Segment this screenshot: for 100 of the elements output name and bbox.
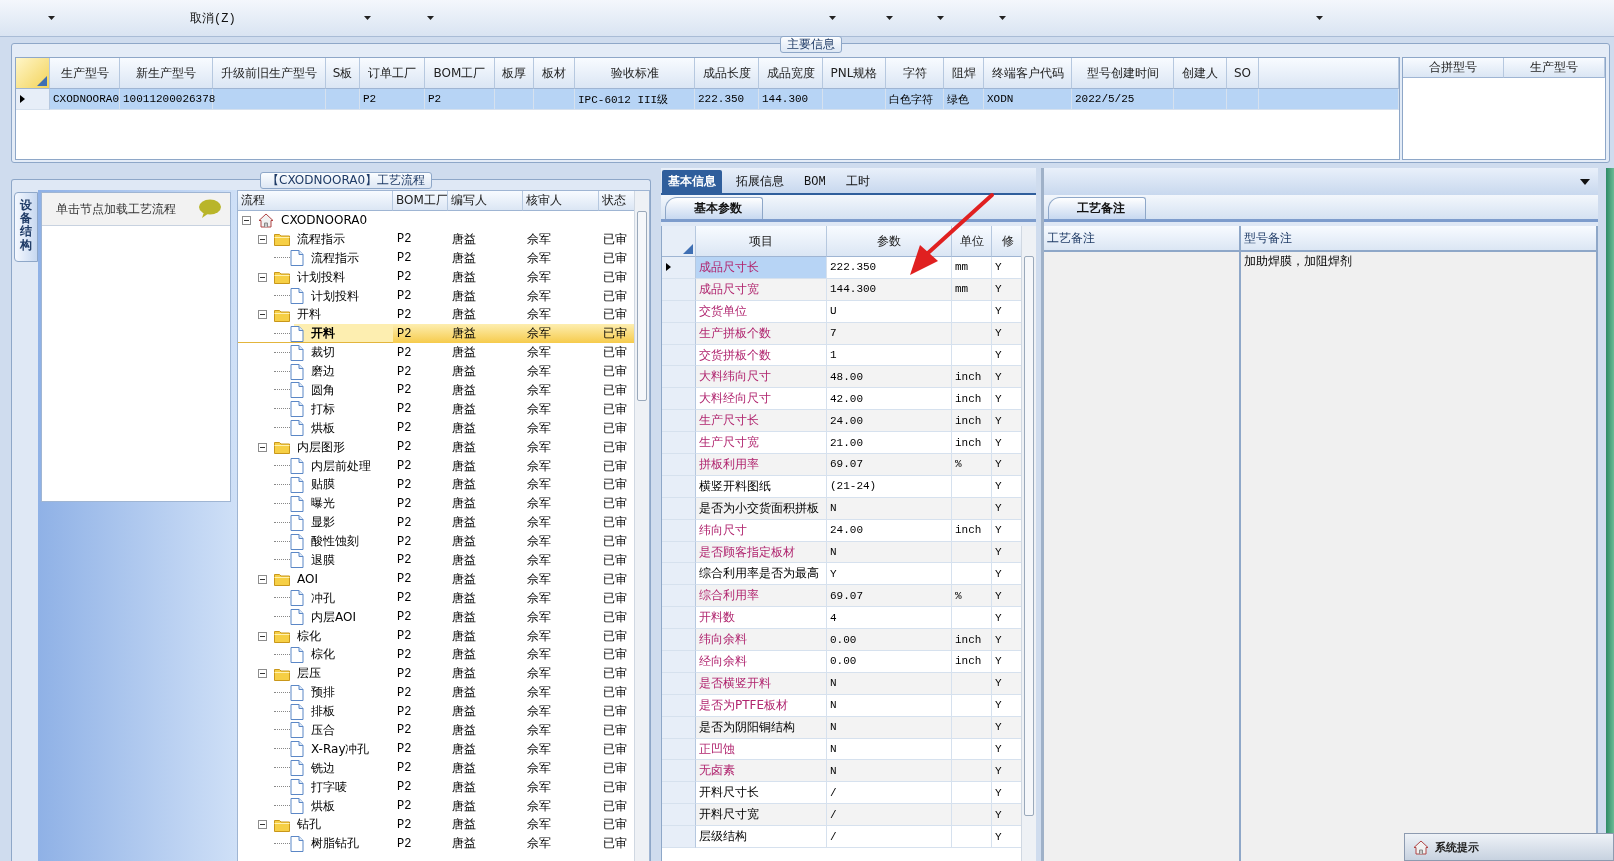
table-row[interactable]: 开料尺寸宽 / Y (662, 804, 1021, 827)
column-header[interactable]: 升级前旧生产型号 (213, 58, 326, 89)
column-header[interactable]: 终端客户代码 (984, 58, 1072, 89)
dropdown-caret-icon[interactable] (1580, 178, 1590, 185)
tree-row[interactable]: 退膜 P2 唐益 佘军 已审 (238, 551, 634, 570)
tree-row[interactable]: 显影 P2 唐益 佘军 已审 (238, 513, 634, 533)
table-row[interactable]: 成品尺寸长 222.350 mm Y (662, 257, 1021, 279)
tab[interactable]: 基本参数 (665, 197, 763, 219)
tree-row[interactable]: 开料 P2 唐益 佘军 已审 (238, 305, 634, 325)
tree-row[interactable]: 层压 P2 唐益 佘军 已审 (238, 664, 634, 684)
tab[interactable]: 拓展信息 (730, 170, 790, 193)
collapse-icon[interactable] (258, 820, 267, 830)
tree-row[interactable]: 烘板 P2 唐益 佘军 已审 (238, 418, 634, 438)
dropdown-caret-icon[interactable] (936, 16, 944, 20)
table-row[interactable]: 纬向余料 0.00 inch Y (662, 629, 1021, 652)
tree-row[interactable]: AOI P2 唐益 佘军 已审 (238, 569, 634, 589)
collapse-icon[interactable] (258, 234, 267, 244)
table-row[interactable]: 正凹蚀 N Y (662, 738, 1021, 761)
column-header[interactable]: 板厚 (495, 58, 534, 89)
side-tab[interactable]: 设备结构 (14, 192, 38, 262)
column-header[interactable]: 生产型号 (50, 58, 120, 89)
collapse-icon[interactable] (242, 215, 251, 225)
tree-row[interactable]: 酸性蚀刻 P2 唐益 佘军 已审 (238, 532, 634, 552)
column-header[interactable]: 新生产型号 (120, 58, 213, 89)
table-row[interactable]: 综合利用率是否为最高 Y Y (662, 563, 1021, 586)
scrollbar[interactable] (634, 191, 649, 861)
column-header[interactable]: 创建人 (1174, 58, 1227, 89)
tree-row[interactable]: 内层AOI P2 唐益 佘军 已审 (238, 607, 634, 627)
dropdown-caret-icon[interactable] (363, 16, 371, 20)
tree-row[interactable]: 棕化 P2 唐益 佘军 已审 (238, 626, 634, 646)
column-header[interactable]: S板 (326, 58, 360, 89)
table-row[interactable]: 经向余料 0.00 inch Y (662, 651, 1021, 673)
table-row[interactable]: 大料纬向尺寸 48.00 inch Y (662, 366, 1021, 389)
table-row[interactable]: 是否为阴阳铜结构 N Y (662, 716, 1021, 739)
table-row[interactable]: 是否为小交货面积拼板 N Y (662, 497, 1021, 520)
column-header[interactable]: BOM工厂 (425, 58, 495, 89)
table-row[interactable]: 成品尺寸宽 144.300 mm Y (662, 278, 1021, 301)
tab[interactable]: 工艺备注 (1048, 197, 1146, 219)
tree-row[interactable]: 内层图形 P2 唐益 佘军 已审 (238, 437, 634, 457)
table-row[interactable]: 拼板利用率 69.07 % Y (662, 454, 1021, 476)
column-header[interactable]: 订单工厂 (360, 58, 425, 89)
column-header[interactable]: 合拼型号 (1403, 58, 1504, 78)
dropdown-caret-icon[interactable] (885, 16, 893, 20)
tree-row[interactable]: 曝光 P2 唐益 佘军 已审 (238, 494, 634, 514)
column-header[interactable]: 状态 (599, 191, 634, 211)
cancel-button[interactable]: 取消(Z) (186, 7, 240, 29)
dropdown-caret-icon[interactable] (998, 16, 1006, 20)
column-header[interactable]: 板材 (534, 58, 575, 89)
column-header[interactable]: 参数 (827, 226, 952, 257)
column-header[interactable]: 型号创建时间 (1072, 58, 1174, 89)
system-notice-popup[interactable]: 系统提示 (1404, 833, 1614, 861)
table-row[interactable]: 无卤素 N Y (662, 760, 1021, 783)
dropdown-caret-icon[interactable] (828, 16, 836, 20)
column-header[interactable]: 阻焊 (944, 58, 984, 89)
column-header[interactable]: BOM工厂 (393, 191, 448, 211)
dropdown-caret-icon[interactable] (48, 16, 55, 20)
column-header[interactable]: 修 (992, 226, 1021, 257)
tree-row[interactable]: 圆角 P2 唐益 佘军 已审 (238, 381, 634, 400)
tree-row[interactable]: 钻孔 P2 唐益 佘军 已审 (238, 815, 634, 835)
tree-row[interactable]: 计划投料 P2 唐益 佘军 已审 (238, 286, 634, 306)
column-header[interactable]: 核审人 (523, 191, 599, 211)
dropdown-caret-icon[interactable] (1315, 16, 1323, 20)
table-row[interactable]: 生产尺寸宽 21.00 inch Y (662, 432, 1021, 454)
table-row[interactable]: 是否为PTFE板材 N Y (662, 694, 1021, 717)
tab[interactable]: BOM (798, 170, 832, 193)
collapse-icon[interactable] (258, 631, 267, 641)
tab[interactable]: 工时 (839, 170, 876, 193)
tree-row[interactable]: 计划投料 P2 唐益 佘军 已审 (238, 267, 634, 287)
column-header[interactable]: 单位 (952, 226, 992, 257)
tree-row[interactable]: 裁切 P2 唐益 佘军 已审 (238, 343, 634, 363)
column-header[interactable]: 生产型号 (1504, 58, 1605, 78)
collapse-icon[interactable] (258, 272, 267, 282)
column-header[interactable]: 字符 (886, 58, 944, 89)
table-row[interactable]: 生产拼板个数 7 Y (662, 322, 1021, 345)
tree-row[interactable]: X-Ray冲孔 P2 唐益 佘军 已审 (238, 739, 634, 759)
column-header[interactable]: 成品长度 (695, 58, 759, 89)
tree-row[interactable]: 铣边 P2 唐益 佘军 已审 (238, 758, 634, 778)
remark-field[interactable] (1044, 252, 1241, 861)
table-row[interactable]: 综合利用率 69.07 % Y (662, 585, 1021, 608)
tab[interactable]: 基本信息 (662, 170, 722, 193)
tree-row[interactable]: 打标 P2 唐益 佘军 已审 (238, 399, 634, 419)
column-header[interactable]: SO (1227, 58, 1259, 89)
tree-row[interactable]: 排板 P2 唐益 佘军 已审 (238, 702, 634, 722)
table-row[interactable]: 开料数 4 Y (662, 607, 1021, 630)
table-row[interactable]: 横竖开料图纸 (21-24) Y (662, 475, 1021, 498)
table-row[interactable]: 开料尺寸长 / Y (662, 782, 1021, 805)
table-row[interactable]: 层级结构 / Y (662, 826, 1021, 849)
tree-row[interactable]: 棕化 P2 唐益 佘军 已审 (238, 645, 634, 665)
column-header[interactable]: 成品宽度 (759, 58, 823, 89)
column-header[interactable]: 流程 (238, 191, 393, 211)
table-row[interactable]: 纬向尺寸 24.00 inch Y (662, 519, 1021, 542)
collapse-icon[interactable] (258, 310, 267, 320)
tree-row[interactable]: 磨边 P2 唐益 佘军 已审 (238, 362, 634, 381)
tree-row[interactable]: 流程指示 P2 唐益 佘军 已审 (238, 248, 634, 268)
tree-row[interactable]: CXODNOORA0 (238, 211, 634, 230)
column-header[interactable]: 编写人 (448, 191, 523, 211)
table-row[interactable]: 是否顾客指定板材 N Y (662, 541, 1021, 564)
tree-row[interactable]: 贴膜 P2 唐益 佘军 已审 (238, 475, 634, 495)
tree-row[interactable]: 打字唛 P2 唐益 佘军 已审 (238, 777, 634, 797)
tree-row[interactable]: 内层前处理 P2 唐益 佘军 已审 (238, 456, 634, 476)
